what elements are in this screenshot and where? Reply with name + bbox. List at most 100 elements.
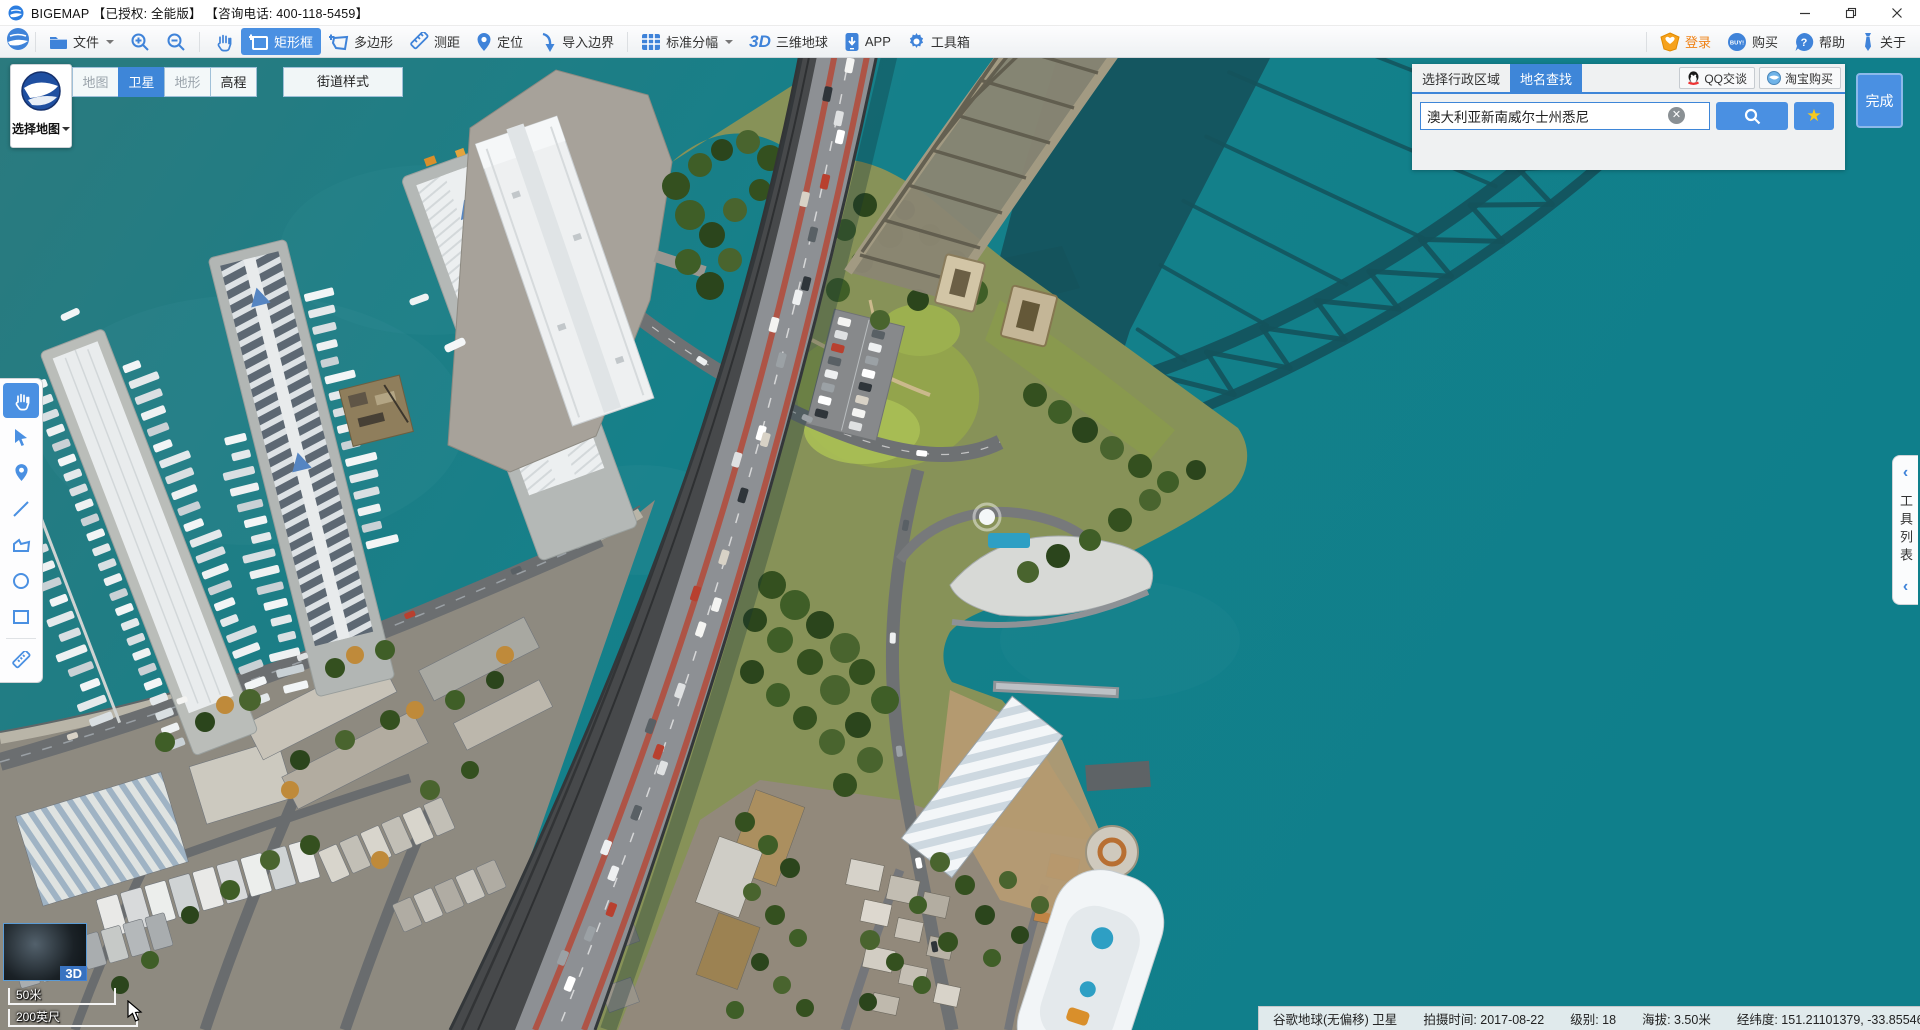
map-type-tabs: 地图 卫星 地形 高程 bbox=[73, 67, 257, 97]
polygon-select-icon bbox=[329, 33, 349, 51]
toolbar-separator bbox=[627, 32, 628, 52]
qq-chat-label: QQ交谈 bbox=[1704, 70, 1747, 87]
locate-button[interactable]: 定位 bbox=[468, 28, 531, 56]
status-coordinates: 经纬度: 151.21101379, -33.85546446 bbox=[1737, 1009, 1920, 1028]
help-button[interactable]: ? 帮助 bbox=[1786, 28, 1853, 56]
phone-download-icon bbox=[844, 32, 860, 52]
select-tool[interactable] bbox=[3, 419, 39, 454]
status-altitude: 海拔: 3.50米 bbox=[1642, 1009, 1711, 1028]
toolbox-label: 工具箱 bbox=[931, 32, 970, 51]
tool-list-tab[interactable]: ‹ 工具列表 ‹ bbox=[1892, 455, 1918, 605]
hand-icon bbox=[213, 32, 233, 52]
main-toolbar: 文件 矩形框 多边形 测距 定位 导入边界 标准分幅 3D 三维地球 APP 工… bbox=[0, 26, 1920, 58]
import-boundary-label: 导入边界 bbox=[562, 32, 614, 51]
file-menu-label: 文件 bbox=[73, 32, 99, 51]
dropdown-caret-icon bbox=[62, 127, 70, 135]
standard-sheet-label: 标准分幅 bbox=[666, 32, 718, 51]
rect-select-button[interactable]: 矩形框 bbox=[241, 28, 321, 55]
polygon-tool[interactable] bbox=[3, 527, 39, 562]
done-button[interactable]: 完成 bbox=[1856, 73, 1903, 128]
dropdown-caret-icon bbox=[106, 40, 114, 48]
tie-icon bbox=[1861, 32, 1875, 52]
3d-icon: 3D bbox=[749, 32, 771, 52]
search-button[interactable] bbox=[1716, 102, 1788, 130]
circle-tool[interactable] bbox=[3, 563, 39, 598]
locate-label: 定位 bbox=[497, 32, 523, 51]
toolbox-button[interactable]: 工具箱 bbox=[899, 28, 978, 55]
qq-chat-button[interactable]: QQ交谈 bbox=[1679, 67, 1755, 89]
folder-icon bbox=[49, 34, 68, 50]
line-tool[interactable] bbox=[3, 491, 39, 526]
app-button[interactable]: APP bbox=[836, 28, 899, 56]
tab-map[interactable]: 地图 bbox=[72, 67, 119, 97]
grid-icon bbox=[641, 33, 661, 51]
zoom-out-icon bbox=[166, 32, 186, 52]
bigemap-logo-icon bbox=[6, 27, 30, 56]
polygon-select-button[interactable]: 多边形 bbox=[321, 28, 401, 55]
zoom-out-button[interactable] bbox=[158, 28, 194, 56]
search-tabs-spacer bbox=[1582, 64, 1679, 92]
question-icon: ? bbox=[1794, 32, 1814, 52]
tab-terrain[interactable]: 地形 bbox=[164, 67, 211, 97]
left-tool-palette bbox=[0, 378, 43, 683]
tool-list-label: 工具列表 bbox=[1896, 494, 1915, 566]
title-bar: BIGEMAP 【已授权: 全能版】 【咨询电话: 400-118-5459】 bbox=[0, 0, 1920, 26]
cursor-arrow-icon bbox=[13, 428, 29, 446]
login-label: 登录 bbox=[1685, 32, 1711, 51]
marker-tool[interactable] bbox=[3, 455, 39, 490]
pan-tool-button[interactable] bbox=[205, 28, 241, 56]
rectangle-select-icon bbox=[249, 33, 269, 51]
window-title: BIGEMAP 【已授权: 全能版】 【咨询电话: 400-118-5459】 bbox=[31, 3, 368, 22]
about-label: 关于 bbox=[1880, 32, 1906, 51]
status-bar: 谷歌地球(无偏移) 卫星 拍摄时间: 2017-08-22 级别: 18 海拔:… bbox=[1258, 1006, 1920, 1030]
zoom-in-button[interactable] bbox=[122, 28, 158, 56]
gear-icon bbox=[907, 32, 926, 51]
scale-bar-imperial: 200英尺 bbox=[8, 1009, 138, 1027]
file-menu-button[interactable]: 文件 bbox=[41, 28, 122, 55]
import-boundary-button[interactable]: 导入边界 bbox=[531, 28, 622, 56]
close-button[interactable] bbox=[1874, 0, 1920, 26]
mini-3d-preview[interactable]: 3D bbox=[3, 923, 87, 981]
globe-3d-label: 三维地球 bbox=[776, 32, 828, 51]
clear-search-icon[interactable]: ✕ bbox=[1668, 107, 1685, 124]
ruler-icon bbox=[11, 651, 31, 671]
bigemap-window: { "window": {"title": "BIGEMAP 【已授权: 全能版… bbox=[0, 0, 1920, 1030]
pan-tool[interactable] bbox=[3, 383, 39, 418]
measure-button[interactable]: 测距 bbox=[401, 28, 468, 56]
google-earth-globe-icon bbox=[20, 70, 62, 112]
buy-button[interactable]: BUY! 购买 bbox=[1719, 28, 1786, 56]
favorite-button[interactable]: ★ bbox=[1794, 102, 1834, 130]
street-style-button[interactable]: 街道样式 bbox=[283, 67, 403, 97]
taobao-buy-button[interactable]: 淘宝购买 bbox=[1759, 67, 1841, 89]
status-map-source: 谷歌地球(无偏移) 卫星 bbox=[1273, 1009, 1397, 1028]
circle-icon bbox=[12, 572, 30, 590]
about-button[interactable]: 关于 bbox=[1853, 28, 1914, 56]
tab-admin-region[interactable]: 选择行政区域 bbox=[1412, 64, 1510, 92]
search-input[interactable] bbox=[1420, 102, 1710, 130]
globe-3d-button[interactable]: 3D 三维地球 bbox=[741, 28, 836, 56]
scale-bar-metric: 50米 bbox=[8, 988, 116, 1005]
ruler-icon bbox=[409, 32, 429, 52]
help-label: 帮助 bbox=[1819, 32, 1845, 51]
svg-text:BUY!: BUY! bbox=[1730, 40, 1744, 46]
restore-button[interactable] bbox=[1828, 0, 1874, 26]
qq-penguin-icon bbox=[1687, 71, 1700, 86]
standard-sheet-button[interactable]: 标准分幅 bbox=[633, 28, 741, 55]
toolbar-separator bbox=[1646, 32, 1647, 52]
chevron-left-icon: ‹ bbox=[1903, 465, 1908, 481]
rectangle-icon bbox=[12, 609, 30, 625]
tab-elevation[interactable]: 高程 bbox=[210, 67, 257, 97]
zoom-in-icon bbox=[130, 32, 150, 52]
login-shield-icon bbox=[1660, 32, 1680, 52]
tab-satellite[interactable]: 卫星 bbox=[118, 67, 165, 97]
polygon-select-label: 多边形 bbox=[354, 32, 393, 51]
rect-select-label: 矩形框 bbox=[274, 32, 313, 51]
login-button[interactable]: 登录 bbox=[1652, 28, 1719, 56]
tab-place-search[interactable]: 地名查找 bbox=[1510, 64, 1582, 92]
minimize-button[interactable] bbox=[1782, 0, 1828, 26]
measure-tool[interactable] bbox=[3, 643, 39, 678]
status-zoom-level: 级别: 18 bbox=[1570, 1009, 1616, 1028]
rectangle-tool[interactable] bbox=[3, 599, 39, 634]
choose-map-button[interactable]: 选择地图 bbox=[10, 64, 72, 148]
taobao-buy-label: 淘宝购买 bbox=[1785, 70, 1833, 87]
